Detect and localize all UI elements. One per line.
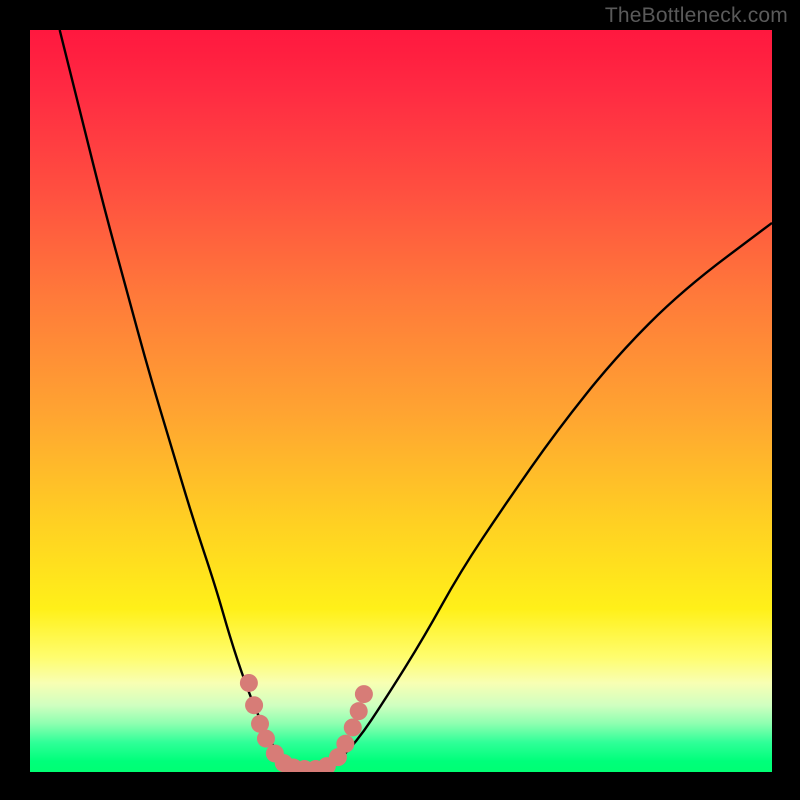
- left-curve: [60, 30, 290, 772]
- marker-dot: [245, 696, 263, 714]
- curve-overlay: [30, 30, 772, 772]
- marker-dot: [240, 674, 258, 692]
- chart-frame: TheBottleneck.com: [0, 0, 800, 800]
- marker-dot: [344, 718, 362, 736]
- marker-dot: [350, 702, 368, 720]
- plot-area: [30, 30, 772, 772]
- marker-dot: [336, 735, 354, 753]
- right-curve: [327, 223, 772, 772]
- marker-dot: [355, 685, 373, 703]
- marker-cluster: [240, 674, 373, 772]
- watermark-text: TheBottleneck.com: [605, 4, 788, 28]
